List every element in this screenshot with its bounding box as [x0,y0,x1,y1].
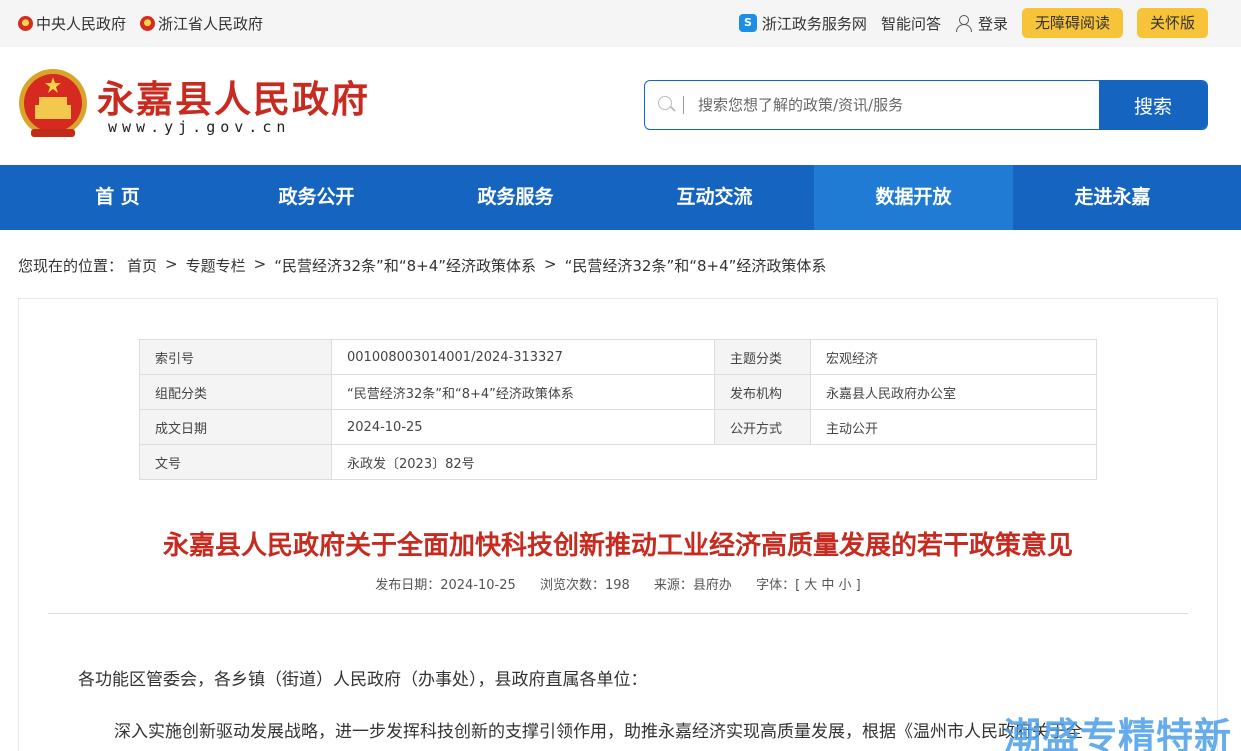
date-value: 2024-10-25 [331,409,715,445]
article-title: 永嘉县人民政府关于全面加快科技创新推动工业经济高质量发展的若干政策意见 [162,531,1073,561]
zj-service-link[interactable]: S 浙江政务服务网 [738,8,867,38]
zhejiang-gov-link[interactable]: 浙江省人民政府 [140,13,263,34]
watermark: 潮盛专精特新 [1004,715,1232,751]
breadcrumb-separator: > [253,255,267,273]
article-info: 发布日期：2024-10-25 浏览次数：198 来源：县府办 字体：[ 大 中… [0,574,1236,593]
search-input[interactable] [684,81,1099,129]
breadcrumb-policy-system-sub[interactable]: “民营经济32条”和“8+4”经济政策体系 [565,255,827,276]
top-bar: 中央人民政府 浙江省人民政府 S 浙江政务服务网 智能问答 登录 无障碍阅读 关… [0,0,1241,47]
group-label: 组配分类 [139,374,332,410]
accessible-read-button[interactable]: 无障碍阅读 [1021,8,1123,38]
top-left-links: 中央人民政府 浙江省人民政府 [18,13,263,34]
index-value: 001008003014001/2024-313327 [331,339,715,375]
top-right-links: S 浙江政务服务网 智能问答 登录 无障碍阅读 关怀版 [738,8,1208,38]
topic-label: 主题分类 [714,339,811,375]
breadcrumb-separator: > [544,255,557,273]
breadcrumb-home[interactable]: 首页 [127,255,157,276]
topic-value: 宏观经济 [810,339,1097,375]
search-box: 搜索 [644,80,1208,130]
breadcrumb-prefix: 您现在的位置： [18,257,124,275]
central-gov-label: 中央人民政府 [36,15,127,33]
open-label: 公开方式 [714,409,811,445]
search-icon [645,81,683,129]
breadcrumb: 您现在的位置： 首页 > 专题专栏 > “民营经济32条”和“8+4”经济政策体… [18,255,826,276]
breadcrumb-separator: > [165,255,178,273]
search-button[interactable]: 搜索 [1099,81,1207,129]
national-emblem-icon [140,16,156,31]
site-name: 永嘉县人民政府 [97,77,370,121]
index-label: 索引号 [139,339,332,375]
site-url: www.yj.gov.cn [108,118,291,136]
breadcrumb-topics[interactable]: 专题专栏 [186,255,246,276]
central-gov-link[interactable]: 中央人民政府 [18,13,126,34]
title-divider [48,613,1188,614]
login-link[interactable]: 登录 [955,8,1008,38]
group-value: “民营经济32条”和“8+4”经济政策体系 [331,374,715,410]
view-count: 浏览次数：198 [539,578,630,593]
open-value: 主动公开 [810,409,1097,445]
nav-gov-services[interactable]: 政务服务 [416,165,615,230]
care-mode-button[interactable]: 关怀版 [1136,8,1208,38]
table-row: 组配分类 “民营经济32条”和“8+4”经济政策体系 发布机构 永嘉县人民政府办… [139,374,1097,410]
smart-qa-link[interactable]: 智能问答 [881,8,941,38]
publish-date: 发布日期：2024-10-25 [375,578,516,593]
nav-interaction[interactable]: 互动交流 [615,165,814,230]
national-emblem-logo[interactable] [17,67,89,143]
docno-label: 文号 [139,444,332,480]
font-size-control[interactable]: 字体：[ 大 中 小 ] [756,578,861,593]
publisher-value: 永嘉县人民政府办公室 [810,374,1097,410]
login-label: 登录 [977,14,1008,33]
zj-service-icon: S [738,14,757,32]
table-row: 成文日期 2024-10-25 公开方式 主动公开 [139,409,1097,445]
user-icon [955,14,973,32]
site-header: 永嘉县人民政府 www.yj.gov.cn 搜索 [0,47,1241,165]
date-label: 成文日期 [139,409,332,445]
zj-service-label: 浙江政务服务网 [761,14,867,33]
publisher-label: 发布机构 [714,374,811,410]
article-salutation: 各功能区管委会，各乡镇（街道）人民政府（办事处），县政府直属各单位： [78,670,648,690]
table-row: 文号 永政发〔2023〕82号 [139,444,1097,480]
zhejiang-gov-label: 浙江省人民政府 [158,15,264,33]
nav-gov-affairs[interactable]: 政务公开 [217,165,416,230]
docno-value: 永政发〔2023〕82号 [331,444,1097,480]
nav-home[interactable]: 首 页 [18,165,217,230]
table-row: 索引号 001008003014001/2024-313327 主题分类 宏观经… [139,339,1097,375]
nav-about-yongjia[interactable]: 走进永嘉 [1013,165,1212,230]
main-nav: 首 页 政务公开 政务服务 互动交流 数据开放 走进永嘉 [0,165,1241,230]
national-emblem-icon [18,16,33,31]
nav-open-data[interactable]: 数据开放 [814,165,1013,230]
article-paragraph: 深入实施创新驱动发展战略，进一步发挥科技创新的支撑引领作用，助推永嘉经济实现高质… [114,722,1083,742]
article-source: 来源：县府办 [653,578,732,593]
document-meta-table: 索引号 001008003014001/2024-313327 主题分类 宏观经… [139,339,1097,480]
breadcrumb-policy-system[interactable]: “民营经济32条”和“8+4”经济政策体系 [274,255,536,276]
